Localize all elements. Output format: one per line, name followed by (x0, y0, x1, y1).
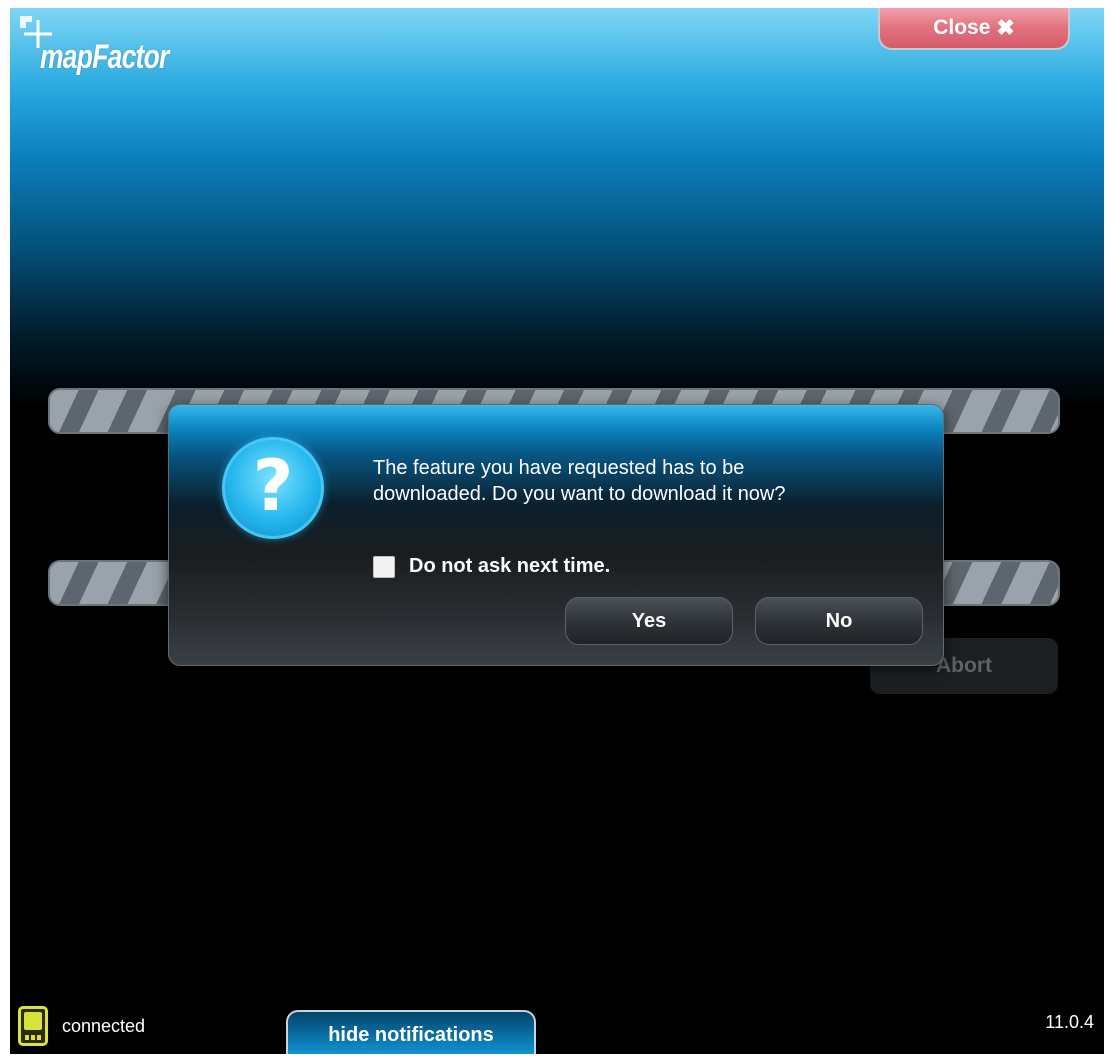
dialog-message-line-1: The feature you have requested has to be (373, 457, 745, 479)
app-window: mapFactor Close ✖ Abort ? The feature yo… (10, 8, 1104, 1054)
dialog-message-line-2: downloaded. Do you want to download it n… (373, 483, 786, 505)
version-label: 11.0.4 (1045, 1012, 1094, 1032)
do-not-ask-checkbox[interactable] (373, 555, 395, 578)
question-icon: ? (222, 437, 324, 539)
do-not-ask-label[interactable]: Do not ask next time. (409, 555, 610, 578)
connection-status-label: connected (62, 1015, 146, 1036)
hide-notifications-label: hide notifications (328, 1023, 494, 1046)
mapfactor-logo: mapFactor (18, 14, 198, 84)
connection-status: connected (18, 1006, 145, 1046)
question-mark-glyph: ? (252, 445, 294, 527)
dialog-message: The feature you have requested has to be… (373, 455, 893, 507)
hide-notifications-button[interactable]: hide notifications (286, 1010, 536, 1054)
no-button-label: No (825, 609, 853, 632)
close-button-label: Close (933, 16, 991, 39)
device-icon (18, 1006, 48, 1046)
yes-button-label: Yes (631, 609, 667, 632)
close-x-icon: ✖ (996, 15, 1015, 40)
download-confirm-dialog: ? The feature you have requested has to … (168, 404, 944, 666)
yes-button[interactable]: Yes (565, 597, 733, 645)
close-button[interactable]: Close ✖ (878, 8, 1070, 50)
no-button[interactable]: No (755, 597, 923, 645)
logo-text: mapFactor (40, 38, 169, 76)
do-not-ask-row[interactable]: Do not ask next time. (373, 555, 610, 578)
abort-button-label: Abort (936, 654, 992, 677)
